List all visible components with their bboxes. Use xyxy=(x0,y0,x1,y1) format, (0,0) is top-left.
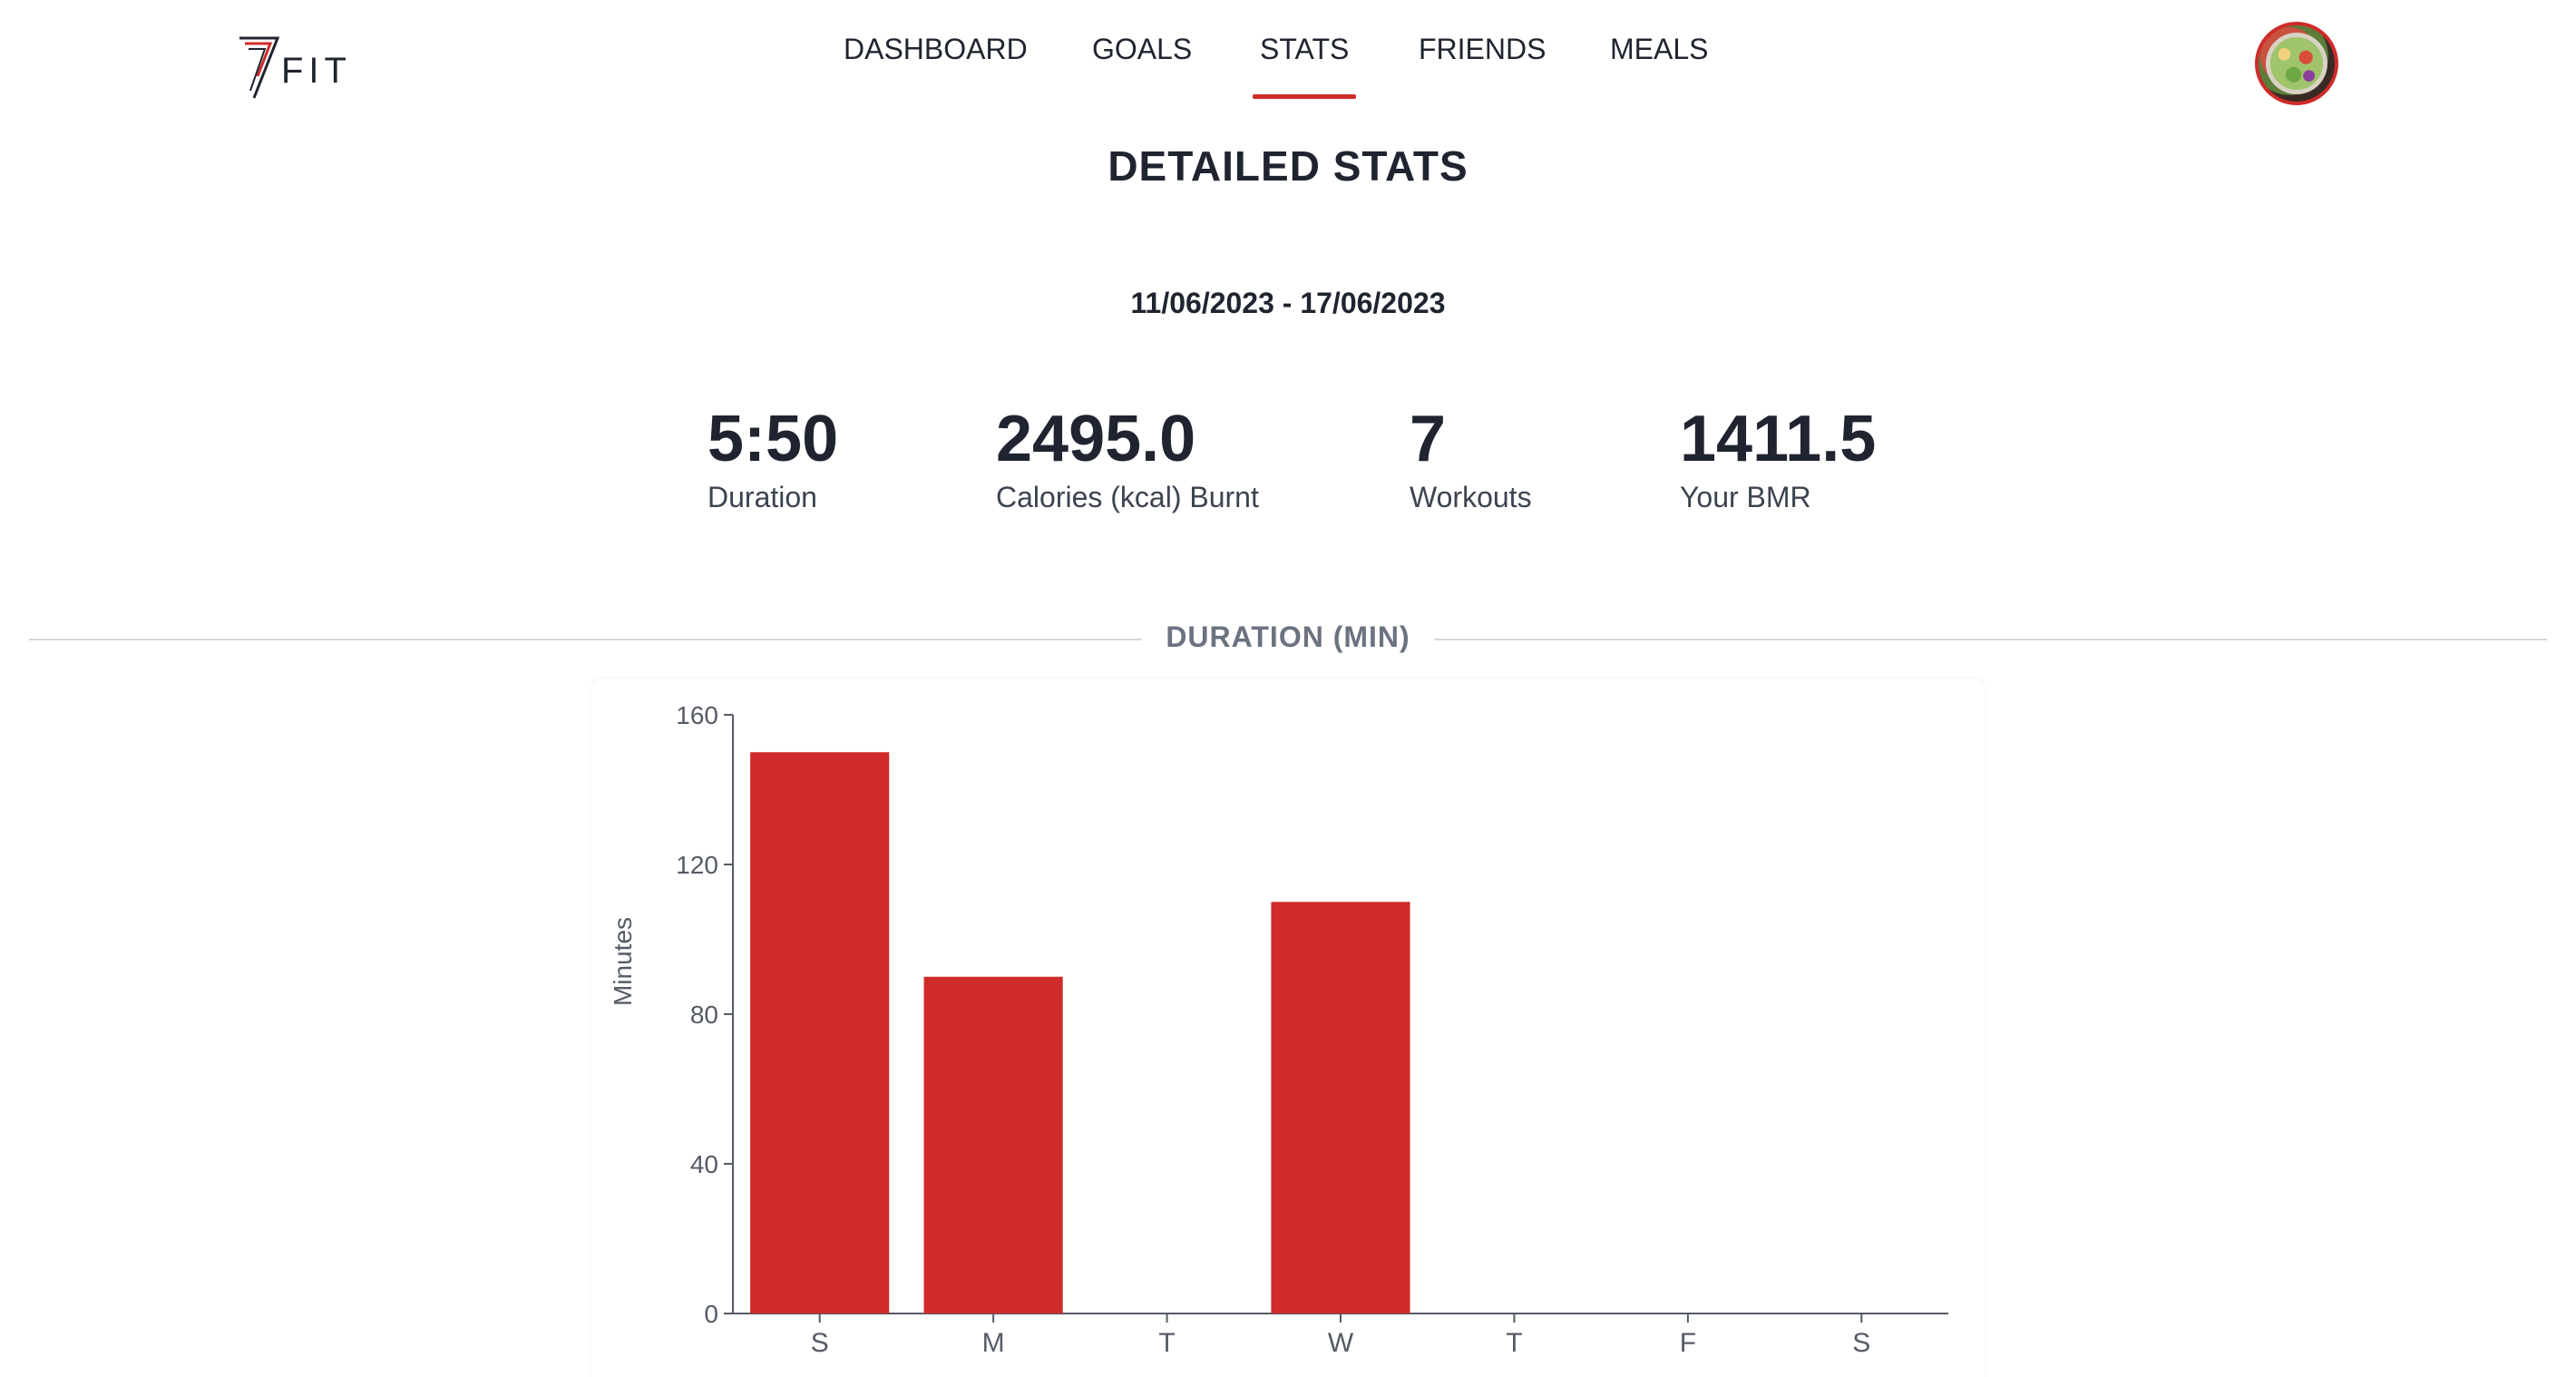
x-tick-label-5: F xyxy=(1680,1328,1696,1358)
section-title: DURATION (MIN) xyxy=(1142,620,1434,653)
y-axis: 0 40 80 120 160 xyxy=(676,701,734,1328)
stat-workouts: 7 Workouts xyxy=(1410,399,1532,514)
stat-workouts-label: Workouts xyxy=(1410,481,1532,513)
x-tick-label-0: S xyxy=(811,1328,829,1358)
section-divider xyxy=(29,639,2547,640)
nav-friends[interactable]: FRIENDS xyxy=(1419,33,1546,66)
stat-duration-value: 5:50 xyxy=(707,403,839,475)
bar-0 xyxy=(750,752,890,1314)
x-tick-label-2: T xyxy=(1158,1328,1175,1358)
nav-goals[interactable]: GOALS xyxy=(1092,33,1192,66)
date-range: 11/06/2023 - 17/06/2023 xyxy=(1130,287,1446,319)
stat-calories: 2495.0 Calories (kcal) Burnt xyxy=(996,399,1259,514)
y-tick-label-1: 40 xyxy=(690,1150,718,1178)
stat-workouts-value: 7 xyxy=(1410,403,1447,475)
bar-3 xyxy=(1271,902,1410,1314)
stat-duration: 5:50 Duration xyxy=(707,399,838,514)
duration-chart: 0 40 80 120 160 S M T W T F S Minutes xyxy=(609,701,1948,1358)
stat-bmr-value: 1411.5 xyxy=(1680,403,1877,475)
x-tick-label-3: W xyxy=(1328,1328,1354,1358)
stat-bmr: 1411.5 Your BMR xyxy=(1680,399,1876,514)
stat-calories-value: 2495.0 xyxy=(996,403,1196,475)
main-nav: DASHBOARD GOALS STATS FRIENDS MEALS xyxy=(0,0,2576,102)
nav-stats[interactable]: STATS xyxy=(1252,33,1357,99)
nav-meals[interactable]: MEALS xyxy=(1610,33,1708,66)
x-axis: SMTWTFS xyxy=(733,1313,1948,1358)
stats-page: FIT DASHBOARD GOALS STATS FRIENDS MEALS … xyxy=(0,0,2576,1377)
section-title-wrapper: DURATION (MIN) xyxy=(0,620,2576,654)
user-avatar[interactable] xyxy=(2255,22,2338,105)
x-tick-label-6: S xyxy=(1852,1328,1870,1358)
stat-calories-label: Calories (kcal) Burnt xyxy=(996,481,1259,513)
y-tick-label-2: 80 xyxy=(690,1001,718,1029)
y-tick-label-4: 160 xyxy=(676,701,718,729)
page-title: DETAILED STATS xyxy=(1107,142,1469,190)
y-axis-label: Minutes xyxy=(609,917,637,1006)
x-tick-label-1: M xyxy=(982,1328,1005,1358)
y-tick-label-0: 0 xyxy=(704,1300,718,1328)
stat-bmr-label: Your BMR xyxy=(1680,481,1811,513)
stat-duration-label: Duration xyxy=(707,481,817,513)
x-tick-label-4: T xyxy=(1506,1328,1522,1358)
nav-dashboard[interactable]: DASHBOARD xyxy=(844,33,1028,66)
bar-1 xyxy=(923,976,1063,1314)
avatar-image xyxy=(2266,33,2327,94)
y-tick-label-3: 120 xyxy=(676,851,718,879)
bars xyxy=(750,752,1410,1314)
